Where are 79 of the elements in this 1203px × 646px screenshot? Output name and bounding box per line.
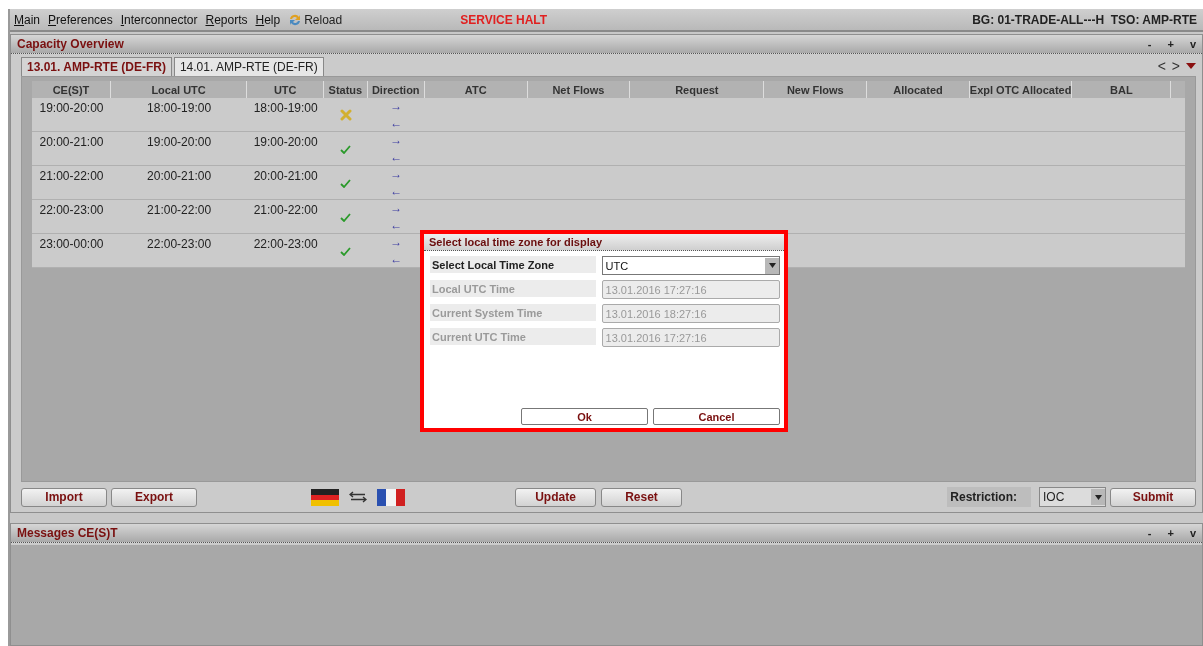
- table-cell-text: 21:00-22:00: [39, 169, 104, 185]
- refresh-icon: [288, 12, 303, 27]
- table-cell-text: 22:00-23:00: [147, 237, 212, 253]
- direction-arrow: ←: [390, 217, 403, 234]
- column-header[interactable]: Status: [328, 83, 363, 96]
- direction-arrow: ←: [390, 251, 403, 268]
- direction-arrow: →: [390, 166, 403, 183]
- reload-button[interactable]: Reload: [288, 12, 343, 27]
- table-cell-text: 22:00-23:00: [253, 237, 318, 253]
- column-header[interactable]: BAL: [1110, 83, 1133, 96]
- direction-arrow: ←: [390, 149, 403, 166]
- table-cell-text: 18:00-19:00: [147, 101, 212, 117]
- date-tab[interactable]: 13.01. AMP-RTE (DE-FR): [21, 57, 172, 76]
- column-header[interactable]: Request: [675, 83, 719, 96]
- service-status: SERVICE HALT: [460, 12, 548, 27]
- dialog-button[interactable]: Cancel: [653, 408, 780, 425]
- table-cell-text: 21:00-22:00: [253, 203, 318, 219]
- column-header[interactable]: New Flows: [786, 83, 844, 96]
- table-cell-text: 21:00-22:00: [147, 203, 212, 219]
- panel-title: Capacity Overview: [17, 37, 124, 51]
- dialog-button[interactable]: Ok: [521, 408, 648, 425]
- german-flag-icon: [311, 488, 339, 506]
- table-cell-text: 20:00-21:00: [147, 169, 212, 185]
- menu-item[interactable]: Interconnector: [120, 12, 198, 27]
- account-info: BG: 01-TRADE-ALL---H TSO: AMP-RTE: [972, 12, 1198, 27]
- column-header[interactable]: Allocated: [893, 83, 943, 96]
- panel-control[interactable]: v: [1189, 38, 1196, 50]
- field-label: Current UTC Time: [430, 328, 596, 345]
- column-header[interactable]: ATC: [464, 83, 487, 96]
- menu-item[interactable]: Main: [14, 12, 40, 27]
- swap-arrows-icon: [349, 491, 367, 503]
- date-tab[interactable]: 14.01. AMP-RTE (DE-FR): [173, 57, 324, 76]
- table-cell-text: 22:00-23:00: [39, 203, 104, 219]
- table-cell-text: 19:00-20:00: [253, 135, 318, 151]
- table-cell-text: 23:00-00:00: [39, 237, 104, 253]
- table-cell-text: 19:00-20:00: [147, 135, 212, 151]
- table-cell-text: 20:00-21:00: [39, 135, 104, 151]
- action-button[interactable]: Reset: [601, 487, 682, 507]
- direction-arrow: ←: [390, 183, 403, 200]
- column-header[interactable]: Local UTC: [151, 83, 206, 96]
- column-header[interactable]: Net Flows: [552, 83, 605, 96]
- restriction-select[interactable]: IOC: [1039, 487, 1106, 507]
- restriction-label: Restriction:: [947, 487, 1031, 507]
- panel-control[interactable]: -: [1147, 38, 1152, 50]
- action-button[interactable]: Export: [111, 487, 197, 507]
- tab-scroll-button[interactable]: <: [1157, 58, 1166, 74]
- caret-icon: [1094, 494, 1102, 500]
- table-cell-text: 18:00-19:00: [253, 101, 318, 117]
- column-header[interactable]: UTC: [273, 83, 297, 96]
- menu-item[interactable]: Help: [255, 12, 281, 27]
- dialog-title: Select local time zone for display: [429, 236, 602, 248]
- direction-arrow: ←: [390, 115, 403, 132]
- submit-button[interactable]: Submit: [1110, 487, 1196, 507]
- menu-item[interactable]: Preferences: [48, 12, 113, 27]
- time-zone-select[interactable]: UTC: [601, 256, 780, 275]
- tab-scroll-button[interactable]: >: [1171, 58, 1180, 74]
- panel-control[interactable]: v: [1189, 527, 1196, 539]
- panel-title: Messages CE(S)T: [17, 526, 118, 540]
- field-label: Select Local Time Zone: [430, 256, 596, 273]
- column-header[interactable]: Direction: [371, 83, 420, 96]
- menu-item[interactable]: Reports: [205, 12, 248, 27]
- panel-control[interactable]: +: [1167, 38, 1174, 50]
- action-button[interactable]: Import: [21, 487, 107, 507]
- field-label: Local UTC Time: [430, 280, 596, 297]
- direction-arrow: →: [390, 234, 403, 251]
- caret-icon: [768, 263, 776, 268]
- panel-control[interactable]: -: [1147, 527, 1152, 539]
- dropdown-triangle-icon[interactable]: [1186, 63, 1196, 69]
- direction-arrow: →: [390, 132, 403, 149]
- table-cell-text: 19:00-20:00: [39, 101, 104, 117]
- column-header[interactable]: CE(S)T: [52, 83, 90, 96]
- french-flag-icon: [377, 488, 405, 506]
- column-header[interactable]: Expl OTC Allocated: [969, 83, 1072, 96]
- action-button[interactable]: Update: [515, 487, 596, 507]
- direction-arrow: →: [390, 200, 403, 217]
- field-label: Current System Time: [430, 304, 596, 321]
- panel-control[interactable]: +: [1167, 527, 1174, 539]
- table-cell-text: 20:00-21:00: [253, 169, 318, 185]
- direction-arrow: →: [390, 98, 403, 115]
